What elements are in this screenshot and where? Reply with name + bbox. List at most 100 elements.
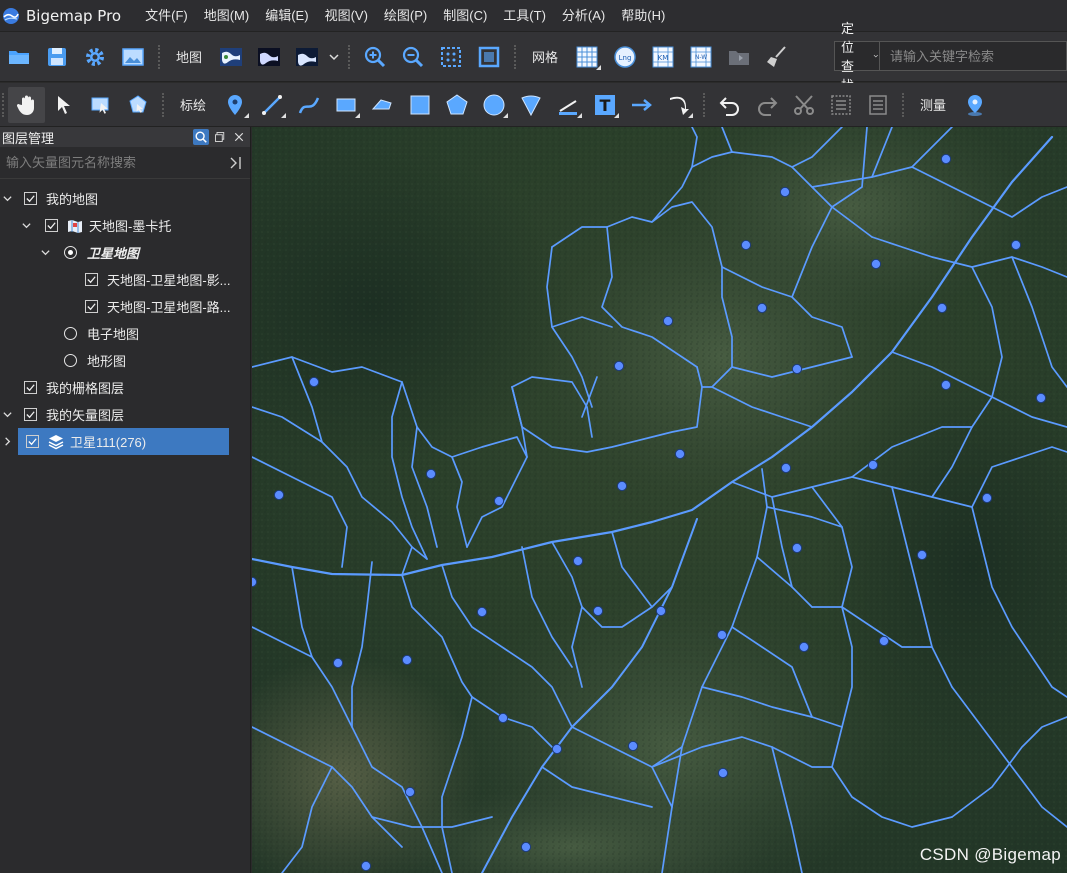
menu-view[interactable]: 视图(V) [317, 0, 376, 32]
draw-polygon-button[interactable] [438, 87, 475, 123]
zoom-out-button[interactable] [395, 39, 431, 75]
vector-point-marker[interactable] [613, 360, 625, 372]
vector-point-marker[interactable] [404, 786, 416, 798]
vector-point-marker[interactable] [674, 448, 686, 460]
menu-analysis[interactable]: 分析(A) [554, 0, 613, 32]
poly-select-button[interactable] [119, 87, 156, 123]
vector-point-marker[interactable] [572, 555, 584, 567]
layer-filter-input[interactable] [6, 155, 227, 170]
vector-point-marker[interactable] [940, 379, 952, 391]
nw-grid-button[interactable]: N-W [683, 39, 719, 75]
vector-point-marker[interactable] [592, 605, 604, 617]
settings-button[interactable] [77, 39, 113, 75]
radio-terrain[interactable] [64, 354, 77, 367]
draw-sector-button[interactable] [512, 87, 549, 123]
vector-point-marker[interactable] [252, 576, 258, 588]
keyword-search-input[interactable] [880, 42, 1066, 70]
vector-point-marker[interactable] [791, 542, 803, 554]
lng-grid-button[interactable]: Lng [607, 39, 643, 75]
map-canvas[interactable]: CSDN @Bigemap [252, 127, 1067, 873]
draw-arrow-button[interactable] [623, 87, 660, 123]
fit-window-button[interactable] [471, 39, 507, 75]
draw-square-button[interactable] [401, 87, 438, 123]
vector-point-marker[interactable] [870, 258, 882, 270]
redo-button[interactable] [748, 87, 785, 123]
vector-point-marker[interactable] [493, 495, 505, 507]
pan-button[interactable] [8, 86, 45, 123]
vector-point-marker[interactable] [655, 605, 667, 617]
panel-close-button[interactable] [231, 129, 247, 145]
select-button[interactable] [45, 87, 82, 123]
draw-freeform-button[interactable] [364, 87, 401, 123]
draw-text-button[interactable]: T [586, 87, 623, 123]
clear-button[interactable] [759, 39, 795, 75]
locate-mode-select[interactable]: 定位查找 [835, 21, 880, 93]
checkbox-raster-layers[interactable] [24, 381, 37, 394]
draw-rectangle-button[interactable] [327, 87, 364, 123]
open-folder-button[interactable] [1, 39, 37, 75]
save-button[interactable] [39, 39, 75, 75]
vector-point-marker[interactable] [780, 462, 792, 474]
vector-point-marker[interactable] [740, 239, 752, 251]
vector-point-marker[interactable] [520, 841, 532, 853]
vector-point-marker[interactable] [551, 743, 563, 755]
rect-select-button[interactable] [82, 87, 119, 123]
menu-draw[interactable]: 绘图(P) [376, 0, 435, 32]
vector-point-marker[interactable] [1035, 392, 1047, 404]
chevron-down-icon[interactable] [0, 408, 14, 422]
vector-point-marker[interactable] [716, 629, 728, 641]
checkbox-vector-layers[interactable] [24, 408, 37, 421]
draw-curve-button[interactable] [290, 87, 327, 123]
checkbox-tianditu[interactable] [45, 219, 58, 232]
menu-edit[interactable]: 编辑(E) [257, 0, 316, 32]
km-grid-button[interactable]: KM [645, 39, 681, 75]
chevron-down-icon[interactable] [0, 192, 14, 206]
tree-node-sat-image[interactable]: 天地图-卫星地图-影... [0, 266, 250, 293]
vector-point-marker[interactable] [1010, 239, 1022, 251]
vector-point-marker[interactable] [627, 740, 639, 752]
satellite-map-button[interactable] [213, 39, 249, 75]
vector-point-marker[interactable] [476, 606, 488, 618]
tree-node-my-map[interactable]: 我的地图 [0, 185, 250, 212]
vector-point-marker[interactable] [425, 468, 437, 480]
chevron-down-icon[interactable] [19, 219, 33, 233]
cut-button[interactable] [785, 87, 822, 123]
vector-point-marker[interactable] [756, 302, 768, 314]
vector-point-marker[interactable] [273, 489, 285, 501]
map-source-dropdown[interactable] [327, 39, 341, 75]
checkbox-vector-item[interactable] [26, 435, 39, 448]
vector-point-marker[interactable] [360, 860, 372, 872]
checkbox-my-map[interactable] [24, 192, 37, 205]
menu-help[interactable]: 帮助(H) [613, 0, 673, 32]
grid-button[interactable] [569, 39, 605, 75]
tree-node-vector-layers[interactable]: 我的矢量图层 [0, 401, 250, 428]
tree-node-sat-road[interactable]: 天地图-卫星地图-路... [0, 293, 250, 320]
tree-node-vector-item[interactable]: 卫星111(276) [4, 428, 229, 455]
collapse-panel-icon[interactable] [227, 154, 245, 172]
tree-node-electronic[interactable]: 电子地图 [0, 320, 250, 347]
satellite-map-view[interactable] [252, 127, 1067, 873]
tree-node-raster-layers[interactable]: 我的栅格图层 [0, 374, 250, 401]
menu-map[interactable]: 地图(M) [196, 0, 258, 32]
terrain-map-button[interactable] [289, 39, 325, 75]
vector-point-marker[interactable] [497, 712, 509, 724]
vector-point-marker[interactable] [916, 549, 928, 561]
vector-point-marker[interactable] [981, 492, 993, 504]
vector-point-marker[interactable] [791, 363, 803, 375]
export-folder-button[interactable] [721, 39, 757, 75]
vector-point-marker[interactable] [308, 376, 320, 388]
menu-tools[interactable]: 工具(T) [495, 0, 554, 32]
tree-node-tianditu[interactable]: 天地图-墨卡托 [0, 212, 250, 239]
panel-float-button[interactable] [212, 129, 228, 145]
draw-dimension-button[interactable] [549, 87, 586, 123]
full-extent-button[interactable] [433, 39, 469, 75]
draw-line-button[interactable] [253, 87, 290, 123]
vector-point-marker[interactable] [717, 767, 729, 779]
checkbox-sat-image[interactable] [85, 273, 98, 286]
draw-circle-button[interactable] [475, 87, 512, 123]
vector-point-marker[interactable] [662, 315, 674, 327]
menu-cartography[interactable]: 制图(C) [435, 0, 495, 32]
night-map-button[interactable] [251, 39, 287, 75]
measure-point-button[interactable] [956, 87, 993, 123]
vector-point-marker[interactable] [401, 654, 413, 666]
